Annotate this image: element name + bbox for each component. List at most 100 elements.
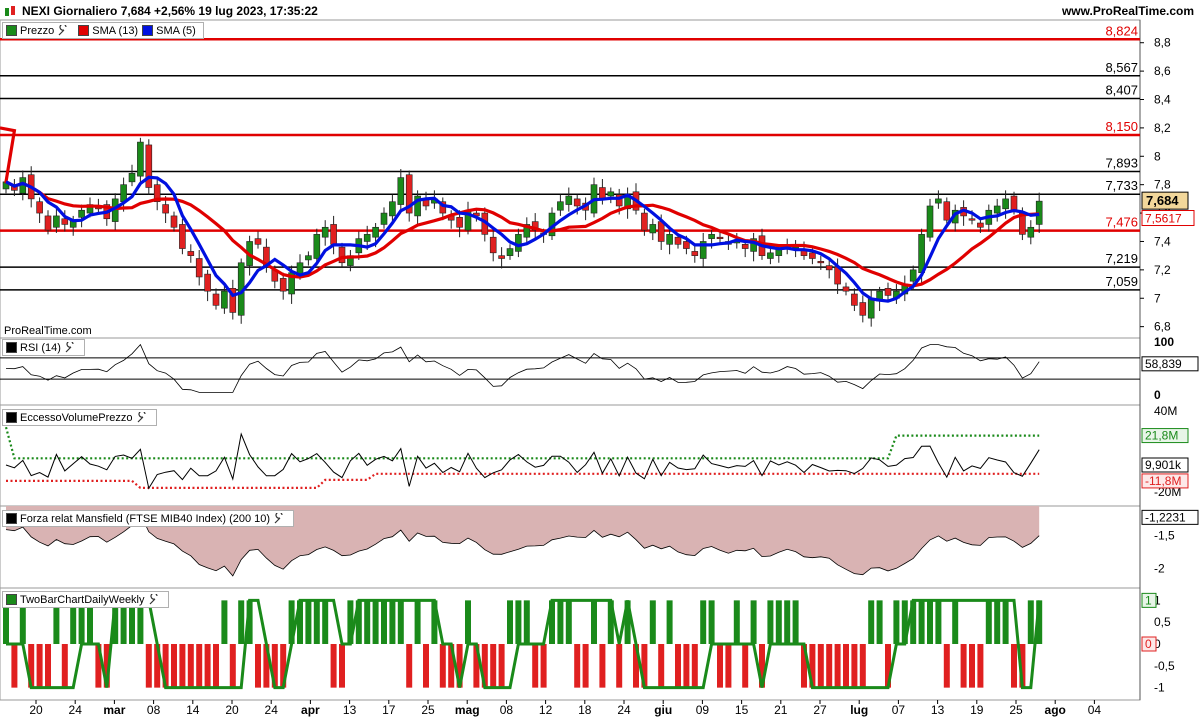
candle-up bbox=[607, 191, 615, 197]
candle-up bbox=[935, 198, 942, 204]
twobar-bar-down bbox=[213, 644, 219, 688]
twobar-bar-up bbox=[750, 600, 757, 644]
legend-mansfield: Forza relat Mansfield (FTSE MIB40 Index)… bbox=[20, 512, 271, 525]
candle-up bbox=[649, 224, 657, 234]
candle-down bbox=[943, 201, 951, 221]
x-tick-label: 21 bbox=[774, 703, 788, 717]
twobar-bar-up bbox=[952, 600, 959, 644]
candle-down bbox=[716, 236, 724, 240]
price-color-swatch bbox=[6, 25, 17, 36]
twobar-bar-up bbox=[389, 600, 396, 644]
price-legend[interactable]: Prezzo SMA (13) SMA (5) bbox=[2, 22, 204, 39]
twobar-bar-down bbox=[423, 644, 429, 688]
twobar-bar-up bbox=[381, 600, 387, 644]
twobar-bar-down bbox=[36, 644, 43, 688]
x-tick-label: 08 bbox=[147, 703, 161, 717]
candle-down bbox=[254, 238, 262, 245]
twobar-bar-down bbox=[843, 644, 849, 688]
legend-volume: EccessoVolumePrezzo bbox=[20, 411, 133, 424]
twobar-bar-up bbox=[565, 600, 572, 644]
volume-panel bbox=[0, 404, 1141, 507]
twobar-bar-down bbox=[725, 644, 732, 688]
candle-down bbox=[691, 251, 699, 256]
wrench-icon[interactable] bbox=[57, 23, 69, 37]
mansfield-legend[interactable]: Forza relat Mansfield (FTSE MIB40 Index)… bbox=[2, 510, 295, 527]
twobar-bar-down bbox=[196, 644, 203, 688]
candle-up bbox=[708, 234, 715, 239]
candle-down bbox=[809, 252, 816, 259]
candle-down bbox=[674, 236, 682, 245]
twobar-bar-down bbox=[1011, 644, 1017, 688]
x-tick-label: ago bbox=[1045, 703, 1066, 717]
twobar-bar-up bbox=[397, 600, 404, 644]
candle-down bbox=[145, 144, 153, 188]
twobar-bar-down bbox=[406, 644, 413, 688]
x-tick-label: 19 bbox=[970, 703, 984, 717]
twobar-bar-down bbox=[691, 644, 698, 688]
sma13-value-label: 7,5617 bbox=[1145, 212, 1182, 226]
twobar-bar-down bbox=[255, 644, 261, 688]
candle-down bbox=[170, 215, 178, 228]
current-price-label: 7,684 bbox=[1146, 193, 1179, 208]
x-tick-label: 20 bbox=[225, 703, 239, 717]
candle-up bbox=[137, 141, 144, 177]
candle-down bbox=[683, 241, 690, 249]
twobar-bar-up bbox=[876, 600, 883, 644]
twobar-bar-up bbox=[868, 600, 875, 644]
wrench-icon[interactable] bbox=[148, 592, 160, 606]
twobar-y-tick-label: 0,5 bbox=[1154, 615, 1171, 629]
twobar-bar-down bbox=[229, 644, 236, 688]
chart-canvas: 6,877,27,47,67,888,28,48,68,88,8248,5678… bbox=[0, 19, 1199, 717]
mansfield-value-label: -1,2231 bbox=[1145, 510, 1186, 524]
rsi-legend[interactable]: RSI (14) bbox=[2, 339, 85, 356]
twobar-bar-down bbox=[204, 644, 211, 688]
x-tick-label: 13 bbox=[343, 703, 357, 717]
twobar-bar-down bbox=[11, 644, 18, 688]
wrench-icon[interactable] bbox=[136, 410, 148, 424]
x-tick-label: 27 bbox=[813, 703, 827, 717]
wrench-icon[interactable] bbox=[273, 511, 285, 525]
price-y-tick-label: 8,4 bbox=[1154, 93, 1171, 107]
twobar-lower-label: 0 bbox=[1145, 637, 1152, 651]
candle-down bbox=[968, 218, 976, 221]
x-tick-label: 25 bbox=[1009, 703, 1023, 717]
legend-sma5: SMA (5) bbox=[156, 24, 196, 37]
price-y-tick-label: 6,8 bbox=[1154, 320, 1171, 334]
candle-down bbox=[338, 246, 346, 264]
twobar-bar-down bbox=[675, 644, 681, 688]
candle-down bbox=[641, 212, 648, 231]
twobar-bar-down bbox=[658, 644, 665, 688]
twobar-legend[interactable]: TwoBarChartDailyWeekly bbox=[2, 591, 169, 608]
twobar-bar-down bbox=[498, 644, 505, 688]
twobar-bar-down bbox=[859, 644, 866, 688]
rsi-color-swatch bbox=[6, 342, 17, 353]
twobar-bar-up bbox=[784, 600, 791, 644]
candle-up bbox=[305, 255, 312, 261]
x-tick-label: 24 bbox=[617, 703, 631, 717]
twobar-bar-up bbox=[591, 600, 597, 644]
candle-down bbox=[36, 201, 43, 214]
level-label: 7,059 bbox=[1105, 274, 1138, 289]
twobar-bar-up bbox=[364, 600, 371, 644]
candle-down bbox=[977, 222, 984, 228]
twobar-bar-down bbox=[826, 644, 833, 688]
wrench-icon[interactable] bbox=[64, 340, 76, 354]
candle-up bbox=[313, 234, 321, 259]
twobar-bar-up bbox=[649, 600, 656, 644]
candle-up bbox=[363, 234, 371, 242]
candle-down bbox=[204, 273, 211, 292]
rsi-y-tick-label: 0 bbox=[1154, 388, 1161, 402]
twobar-bar-up bbox=[893, 600, 900, 644]
twobar-bar-up bbox=[515, 600, 522, 644]
x-tick-label: lug bbox=[850, 703, 868, 717]
volume-legend[interactable]: EccessoVolumePrezzo bbox=[2, 409, 157, 426]
price-y-tick-label: 8 bbox=[1154, 149, 1161, 163]
candle-up bbox=[321, 226, 329, 238]
twobar-bar-down bbox=[490, 644, 497, 688]
site-link[interactable]: www.ProRealTime.com bbox=[1062, 4, 1194, 18]
twobar-bar-down bbox=[145, 644, 152, 688]
twobar-bar-down bbox=[61, 644, 68, 688]
candle-down bbox=[859, 302, 867, 316]
twobar-bar-down bbox=[717, 644, 723, 688]
twobar-bar-up bbox=[465, 600, 471, 644]
